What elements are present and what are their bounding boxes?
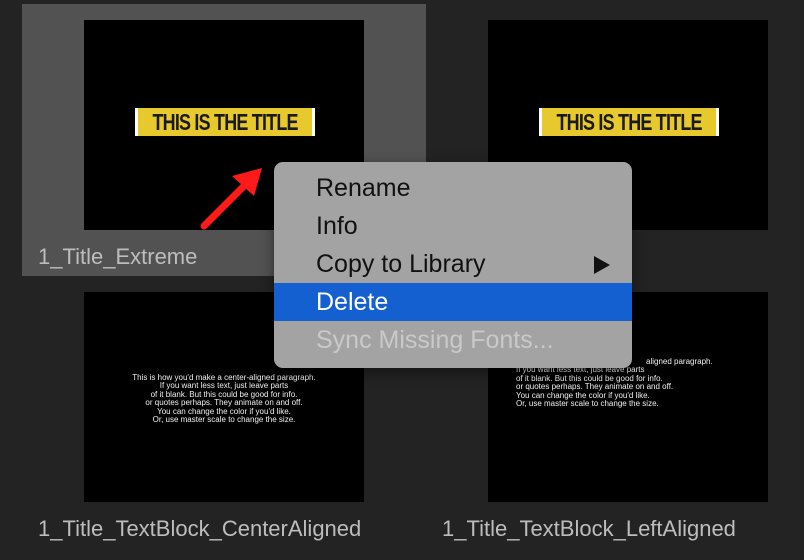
paragraph-text: This is how you'd make a center-aligned … xyxy=(132,373,316,425)
menu-item-copy-to-library[interactable]: Copy to Library xyxy=(274,245,632,283)
menu-item-delete[interactable]: Delete xyxy=(274,283,632,321)
menu-item-sync-missing-fonts: Sync Missing Fonts... xyxy=(316,325,554,354)
thumbnail-caption: 1_Title_Extreme xyxy=(38,244,198,269)
title-badge-text: THIS IS THE TITLE xyxy=(556,108,702,135)
title-badge: THIS IS THE TITLE xyxy=(135,108,315,136)
title-badge-text: THIS IS THE TITLE xyxy=(152,108,298,135)
red-arrow-icon xyxy=(200,168,262,230)
thumbnail-caption: 1_Title_TextBlock_CenterAligned xyxy=(38,516,362,541)
menu-item-rename[interactable]: Rename xyxy=(274,169,632,207)
menu-item-info[interactable]: Info xyxy=(274,207,632,245)
thumbnail-caption: 1_Title_TextBlock_LeftAligned xyxy=(442,516,736,541)
title-badge: THIS IS THE TITLE xyxy=(539,108,719,136)
context-menu: Rename Info Copy to Library Delete Sync … xyxy=(274,162,632,368)
triangle-right-icon xyxy=(594,256,610,274)
